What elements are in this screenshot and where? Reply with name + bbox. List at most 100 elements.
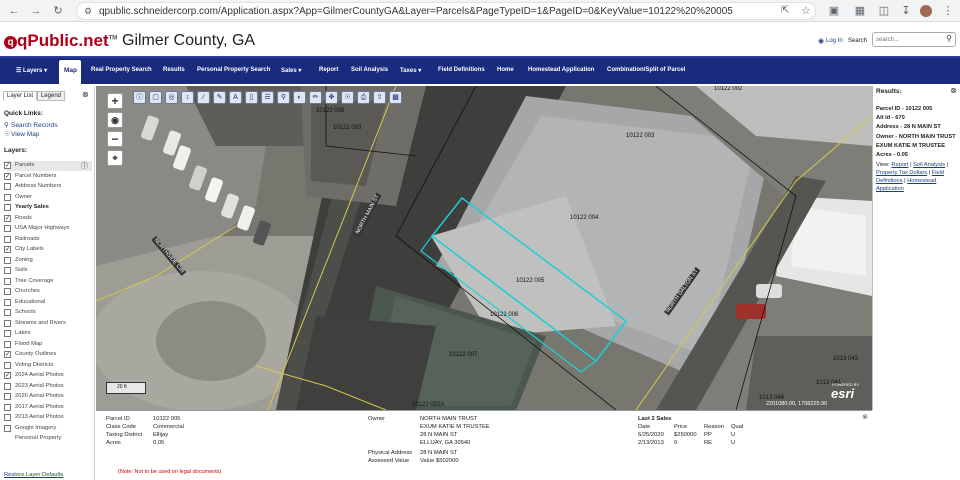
profile-avatar[interactable] xyxy=(918,3,934,19)
label-icon[interactable]: A xyxy=(229,91,242,104)
layer-item[interactable]: Zoning xyxy=(4,256,92,266)
layer-checkbox[interactable] xyxy=(4,288,11,295)
browser-menu-icon[interactable]: ⋮ xyxy=(940,3,956,19)
layer-item[interactable]: ✓ 2024 Aerial Photos xyxy=(4,371,92,381)
layer-checkbox[interactable]: ✓ xyxy=(4,172,11,180)
nav-map[interactable]: Map xyxy=(59,60,81,84)
layer-checkbox[interactable]: ✓ xyxy=(4,214,11,222)
back-icon[interactable]: ← xyxy=(6,3,22,19)
layer-checkbox[interactable]: ✓ xyxy=(4,246,11,253)
nav-soil-analysis[interactable]: Soil Analysis xyxy=(351,67,388,73)
measure-icon[interactable]: ↕ xyxy=(181,91,194,104)
search-input[interactable] xyxy=(873,33,939,46)
export-icon[interactable]: ⇧ xyxy=(373,91,386,104)
layer-item[interactable]: Tree Coverage xyxy=(4,277,92,287)
zoom-out-button[interactable]: − xyxy=(107,131,123,147)
extension-icon[interactable]: ▣ xyxy=(826,3,842,19)
layer-checkbox[interactable] xyxy=(4,309,11,316)
layer-checkbox[interactable] xyxy=(4,183,11,190)
nav-report[interactable]: Report xyxy=(319,67,338,73)
layer-checkbox[interactable] xyxy=(4,204,11,211)
quick-link-view-map[interactable]: View Map xyxy=(11,131,39,138)
search-box[interactable]: ⚲ xyxy=(872,32,956,47)
nav-real-property-search[interactable]: Real Property Search xyxy=(91,67,152,73)
details-close-icon[interactable]: ⊗ xyxy=(862,413,868,421)
zoom-in-button[interactable]: + xyxy=(107,93,123,109)
layer-checkbox[interactable] xyxy=(4,235,11,243)
layer-item[interactable]: ✓ County Outlines xyxy=(4,350,92,360)
globe-icon[interactable]: ◉ xyxy=(107,112,123,128)
layer-item[interactable]: 2023 Aerial Photos xyxy=(4,382,92,392)
layer-info-icon[interactable]: ⓘ xyxy=(81,161,88,171)
result-link-report[interactable]: Report xyxy=(891,162,908,168)
layer-checkbox[interactable] xyxy=(4,330,11,337)
layer-item[interactable]: 2020 Aerial Photos xyxy=(4,392,92,402)
tab-layer-list[interactable]: Layer List xyxy=(3,91,38,101)
layer-item[interactable]: ✓ Parcel Numbers xyxy=(4,172,92,182)
nav-personal-property-search[interactable]: Personal Property Search xyxy=(197,67,270,73)
draw-line-icon[interactable]: ∕ xyxy=(197,91,210,104)
layer-item[interactable]: Streams and Rivers xyxy=(4,319,92,329)
layer-item[interactable]: ✓ City Labels xyxy=(4,245,92,255)
layer-item[interactable]: Google Imagery xyxy=(4,424,92,434)
nav-home[interactable]: Home xyxy=(497,67,514,73)
layer-checkbox[interactable] xyxy=(4,414,11,421)
layers-toggle-icon[interactable]: ☰ xyxy=(261,91,274,104)
layer-checkbox[interactable]: ✓ xyxy=(4,162,11,169)
layer-checkbox[interactable] xyxy=(4,319,11,327)
layer-item[interactable]: ✓ Roads xyxy=(4,214,92,224)
layer-checkbox[interactable] xyxy=(4,424,11,432)
nav-sales[interactable]: Sales ▾ xyxy=(281,67,301,74)
reload-icon[interactable]: ↻ xyxy=(50,3,66,19)
print-icon[interactable]: ⎙ xyxy=(357,91,370,104)
share-icon[interactable]: ⇱ xyxy=(781,5,789,16)
layer-checkbox[interactable] xyxy=(4,382,11,390)
search-icon[interactable]: ⚲ xyxy=(946,34,952,43)
forward-icon[interactable]: → xyxy=(28,3,44,19)
aerial-map[interactable] xyxy=(96,86,872,410)
layer-checkbox[interactable] xyxy=(4,277,11,285)
layer-item[interactable]: 2017 Aerial Photos xyxy=(4,403,92,413)
search-map-icon[interactable]: ⚲ xyxy=(277,91,290,104)
nav-field-definitions[interactable]: Field Definitions xyxy=(438,67,485,73)
layer-item[interactable]: Voting Districts xyxy=(4,361,92,371)
locate-icon[interactable]: ⌖ xyxy=(107,150,123,166)
map-view[interactable]: 10122 002 10122 008 10122 003 10122 003 … xyxy=(96,86,872,410)
panel-close-icon[interactable]: ⊗ xyxy=(82,90,89,99)
layer-item[interactable]: Educational xyxy=(4,298,92,308)
layer-item[interactable]: Personal Property xyxy=(4,434,92,444)
nav-layers[interactable]: ☰ Layers ▾ xyxy=(16,67,47,74)
layer-item[interactable]: Flood Map xyxy=(4,340,92,350)
layer-item[interactable]: Address Numbers xyxy=(4,182,92,192)
identify-icon[interactable]: ⓘ xyxy=(133,91,146,104)
layer-checkbox[interactable] xyxy=(4,193,11,201)
layer-item[interactable]: USA Major Highways xyxy=(4,224,92,234)
nav-combination-split[interactable]: Combination/Split of Parcel xyxy=(607,67,685,73)
layer-checkbox[interactable] xyxy=(4,256,11,264)
layer-item[interactable]: ✓ Parcels ⓘ xyxy=(4,161,92,171)
nav-results[interactable]: Results xyxy=(163,67,185,73)
edit-icon[interactable]: ✎ xyxy=(213,91,226,104)
buffer-icon[interactable]: ◎ xyxy=(165,91,178,104)
address-bar[interactable]: ⚙ qpublic.schneidercorp.com/Application.… xyxy=(76,2,816,20)
layer-item[interactable]: Churches xyxy=(4,287,92,297)
layer-checkbox[interactable] xyxy=(4,361,11,369)
qpublic-logo[interactable]: q qPublic.netTM xyxy=(4,31,117,51)
puzzle-icon[interactable]: ▦ xyxy=(852,3,868,19)
layer-checkbox[interactable]: ✓ xyxy=(4,351,11,358)
quick-link-search-records[interactable]: Search Records xyxy=(11,122,58,129)
layer-item[interactable]: Railroads xyxy=(4,235,92,245)
downloads-icon[interactable]: ↧ xyxy=(898,3,914,19)
sidebar-icon[interactable]: ◫ xyxy=(876,3,892,19)
layer-item[interactable]: Schools xyxy=(4,308,92,318)
bookmark-star-icon[interactable]: ☆ xyxy=(801,4,811,17)
layer-item[interactable]: Owner xyxy=(4,193,92,203)
site-info-icon[interactable]: ⚙ xyxy=(84,6,92,17)
layer-checkbox[interactable] xyxy=(4,298,11,306)
layer-checkbox[interactable]: ✓ xyxy=(4,372,11,379)
nav-homestead-application[interactable]: Homestead Application xyxy=(528,67,594,73)
select-icon[interactable]: ▢ xyxy=(149,91,162,104)
restore-layer-defaults-link[interactable]: Restore Layer Defaults xyxy=(4,472,63,478)
layer-item[interactable]: Soils xyxy=(4,266,92,276)
pan-icon[interactable]: ✥ xyxy=(325,91,338,104)
